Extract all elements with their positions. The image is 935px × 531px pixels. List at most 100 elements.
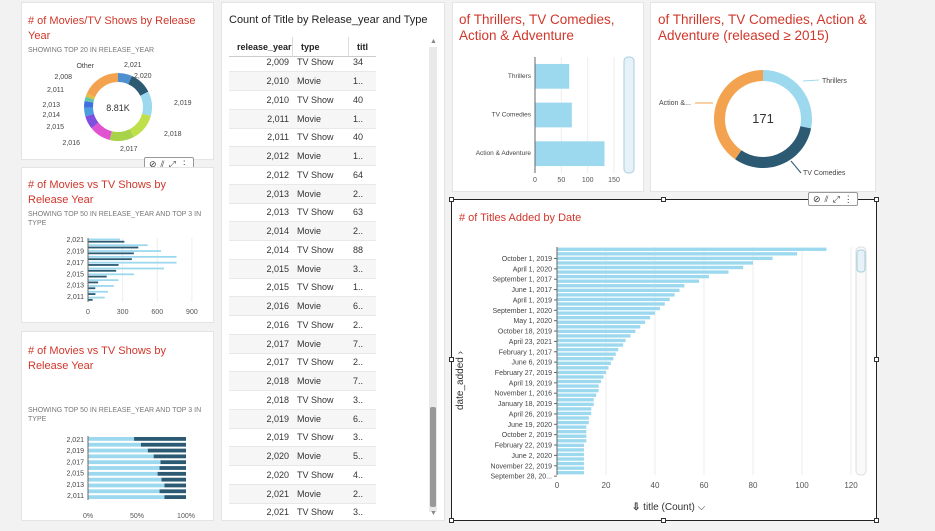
table-row[interactable]: 2,018 Movie 7.. [229, 371, 376, 391]
bar-segment [88, 466, 160, 470]
table-row[interactable]: 2,020 Movie 5.. [229, 446, 376, 466]
table-row[interactable]: 2,010 TV Show 40 [229, 90, 376, 110]
bar-segment [164, 483, 186, 488]
y-tick-label: 2,017 [66, 459, 84, 466]
movies-vs-tv-bar-card[interactable]: # of Movies vs TV Shows by Release Year … [21, 167, 214, 323]
table-row[interactable]: 2,015 TV Show 1.. [229, 278, 376, 298]
sort-icon[interactable]: ⇩ [632, 502, 640, 513]
bar [557, 297, 670, 302]
table-cell: 2,014 [229, 240, 293, 260]
bar [557, 302, 665, 306]
x-axis-label[interactable]: ⇩ title (Count) ⌵ [632, 502, 705, 513]
table-cell: Movie [293, 184, 349, 204]
y-tick-label: 2,021 [66, 437, 84, 444]
table-row[interactable]: 2,021 Movie 2.. [229, 484, 376, 504]
table-row[interactable]: 2,020 TV Show 4.. [229, 465, 376, 485]
table-row[interactable]: 2,019 Movie 6.. [229, 409, 376, 429]
release-year-donut-card[interactable]: # of Movies/TV Shows by Release Year SHO… [21, 2, 214, 160]
resize-handle-mid-right[interactable] [874, 357, 879, 362]
table-cell: 2.. [349, 221, 376, 241]
bar-segment [88, 460, 161, 465]
table-row[interactable]: 2,010 Movie 1.. [229, 71, 376, 91]
table-cell: 2,019 [229, 428, 293, 448]
slice-label: 2,018 [164, 131, 182, 138]
table-row[interactable]: 2,019 TV Show 3.. [229, 428, 376, 448]
genre-donut-card[interactable]: of Thrillers, TV Comedies, Action & Adve… [650, 2, 876, 192]
table-row[interactable]: 2,012 TV Show 64 [229, 165, 376, 185]
table-row[interactable]: 2,011 Movie 1.. [229, 109, 376, 129]
filter-icon[interactable]: ⊘ [813, 194, 821, 205]
table-row[interactable]: 2,014 Movie 2.. [229, 221, 376, 241]
column-header-release-year[interactable]: release_year [229, 37, 293, 56]
table-row[interactable]: 2,017 Movie 7.. [229, 334, 376, 354]
bar [88, 244, 148, 247]
table-row[interactable]: 2,018 TV Show 3.. [229, 390, 376, 410]
movies-vs-tv-percent-card[interactable]: # of Movies vs TV Shows by Release Year … [21, 331, 214, 521]
bar [557, 366, 609, 370]
pie-slice [86, 73, 118, 98]
bar [557, 457, 584, 461]
bar-segment [88, 454, 154, 459]
table-scroll-thumb[interactable] [430, 407, 436, 507]
slice-label: 2,016 [62, 140, 80, 147]
table-row[interactable]: 2,015 Movie 3.. [229, 259, 376, 279]
table-row[interactable]: 2,016 Movie 6.. [229, 296, 376, 316]
expand-icon[interactable]: ⤢ [833, 194, 840, 205]
column-header-type[interactable]: type [293, 37, 349, 56]
slice-label: 2,013 [42, 102, 60, 109]
table-header: release_year type titl [229, 37, 376, 57]
bar [557, 443, 584, 448]
table-row[interactable]: 2,016 TV Show 2.. [229, 315, 376, 335]
x-tick-label: 150 [608, 177, 620, 184]
chevron-down-icon[interactable]: ⌵ [698, 502, 706, 513]
table-cell: 1.. [349, 146, 376, 166]
bar-segment [159, 489, 186, 494]
table-row[interactable]: 2,012 Movie 1.. [229, 146, 376, 166]
table-cell: 1.. [349, 278, 376, 298]
titles-added-by-date-card[interactable]: # of Titles Added by Date 0 20 40 60 80 100 12… [451, 199, 877, 521]
bar [557, 430, 587, 434]
column-header-title[interactable]: titl [349, 37, 376, 56]
y-tick-label: November 22, 2019 [491, 463, 553, 470]
resize-handle-top-left[interactable] [449, 197, 454, 202]
bar [88, 285, 114, 287]
bar [557, 316, 651, 320]
sort-down-icon[interactable]: ▼ [430, 510, 437, 517]
chevron-right-icon[interactable]: › [455, 351, 466, 354]
resize-handle-top-right[interactable] [874, 197, 879, 202]
y-tick-label: Thrillers [508, 73, 532, 80]
table-row[interactable]: 2,013 Movie 2.. [229, 184, 376, 204]
bar [557, 256, 773, 261]
y-tick-label: April 26, 2019 [509, 411, 552, 418]
bar [557, 439, 587, 443]
table-row[interactable]: 2,011 TV Show 40 [229, 128, 376, 148]
resize-handle-bottom-right[interactable] [874, 518, 879, 523]
bar [557, 329, 636, 334]
bar [535, 141, 605, 167]
more-icon[interactable]: ⋮ [844, 194, 853, 205]
table-row[interactable]: 2,013 TV Show 63 [229, 203, 376, 223]
resize-handle-top-mid[interactable] [661, 197, 666, 202]
bar-segment [88, 471, 158, 476]
table-row[interactable]: 2,014 TV Show 88 [229, 240, 376, 260]
sort-up-icon[interactable]: ▲ [430, 38, 437, 45]
count-by-year-type-table-card[interactable]: Count of Title by Release_year and Type … [221, 2, 445, 521]
y-tick-label: September 1, 2017 [492, 277, 552, 284]
genre-bar-card[interactable]: of Thrillers, TV Comedies, Action & Adve… [452, 2, 644, 192]
bar [557, 279, 700, 283]
resize-handle-bottom-mid[interactable] [661, 518, 666, 523]
resize-handle-bottom-left[interactable] [449, 518, 454, 523]
resize-handle-mid-left[interactable] [449, 357, 454, 362]
table-cell: 1.. [349, 71, 376, 91]
table-cell: Movie [293, 409, 349, 429]
table-row[interactable]: 2,021 TV Show 3.. [229, 503, 376, 520]
analyze-icon[interactable]: ⫽ [825, 194, 829, 205]
table-cell: 2,010 [229, 71, 293, 91]
y-tick-label: 2,021 [66, 237, 84, 244]
table-row[interactable]: 2,017 TV Show 2.. [229, 353, 376, 373]
bar-segment [88, 437, 135, 441]
y-tick-label: June 6, 2019 [512, 360, 553, 367]
y-tick-label: February 22, 2019 [495, 443, 552, 450]
scroll-control [623, 56, 635, 174]
y-axis-label[interactable]: date_added › [455, 350, 466, 410]
